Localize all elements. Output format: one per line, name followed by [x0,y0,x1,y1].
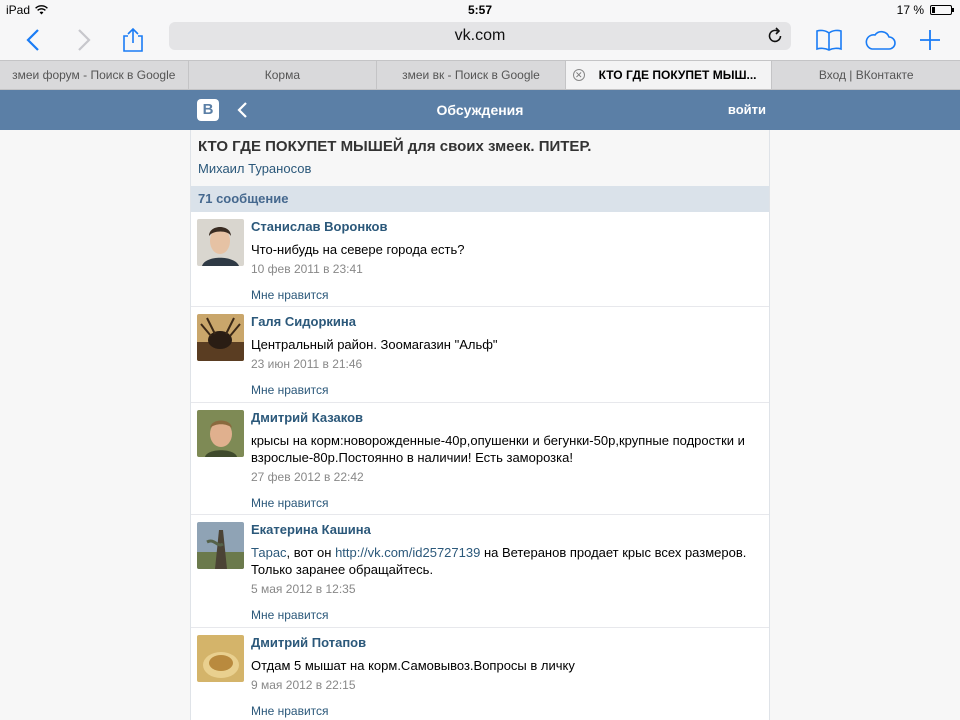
tab-5[interactable]: Вход | ВКонтакте [772,61,960,89]
post-item: Станислав Воронков Что-нибудь на севере … [191,212,769,307]
post-text: Отдам 5 мышат на корм.Самовывоз.Вопросы … [251,658,575,673]
address-bar[interactable]: vk.com [169,22,791,50]
tab-label: змеи вк - Поиск в Google [402,68,540,82]
post-date: 10 фев 2011 в 23:41 [251,262,363,276]
close-tab-icon[interactable]: ✕ [572,69,585,81]
reload-icon[interactable] [765,26,785,46]
post-date: 9 мая 2012 в 22:15 [251,678,356,692]
post-text: Тарас, вот он http://vk.com/id25727139 н… [251,544,761,578]
tab-label: змеи форум - Поиск в Google [12,68,176,82]
topic-header: КТО ГДЕ ПОКУПЕТ МЫШЕЙ для своих змеек. П… [191,130,769,186]
icloud-tabs-button[interactable] [864,24,896,56]
tab-label: КТО ГДЕ ПОКУПЕТ МЫШ... [598,68,757,82]
status-bar: iPad 5:57 17 % [0,0,960,20]
browser-toolbar: vk.com [0,20,960,60]
post-text-part: , вот он [286,545,336,560]
icloud-tabs-icon [865,30,896,50]
post-author-link[interactable]: Дмитрий Казаков [251,410,761,425]
avatar[interactable] [197,314,244,361]
share-icon [123,27,143,52]
post-date: 5 мая 2012 в 12:35 [251,582,356,596]
share-button[interactable] [117,24,149,56]
login-link[interactable]: войти [720,102,766,117]
post-text: Центральный район. Зоомагазин "Альф" [251,337,498,352]
topic-title: КТО ГДЕ ПОКУПЕТ МЫШЕЙ для своих змеек. П… [198,138,592,155]
status-time: 5:57 [467,3,493,17]
post-date: 27 фев 2012 в 22:42 [251,470,364,484]
mention-link[interactable]: Тарас [251,545,287,560]
battery-icon [930,5,954,15]
post-author-link[interactable]: Екатерина Кашина [251,522,761,537]
post-item: Дмитрий Казаков крысы на корм:новорожден… [191,403,769,515]
status-right: 17 % [896,3,954,17]
avatar[interactable] [197,635,244,682]
tab-3[interactable]: змеи вк - Поиск в Google [377,61,566,89]
tab-strip: змеи форум - Поиск в Google Корма змеи в… [0,60,960,90]
avatar[interactable] [197,410,244,457]
post-item: Екатерина Кашина Тарас, вот он http://vk… [191,515,769,628]
topic-author-link[interactable]: Михаил Тураносов [198,161,762,176]
post-item: Дмитрий Потапов Отдам 5 мышат на корм.Са… [191,628,769,720]
post-text: крысы на корм:новорожденные-40р,опушенки… [251,433,745,465]
tab-4-active[interactable]: ✕ КТО ГДЕ ПОКУПЕТ МЫШ... [565,61,773,89]
back-icon [26,29,39,51]
tab-2[interactable]: Корма [189,61,378,89]
battery-level [932,7,936,13]
discussion-content: КТО ГДЕ ПОКУПЕТ МЫШЕЙ для своих змеек. П… [190,130,770,720]
tab-1[interactable]: змеи форум - Поиск в Google [0,61,189,89]
post-author-link[interactable]: Станислав Воронков [251,219,761,234]
bookmarks-icon [816,29,842,51]
new-tab-button[interactable] [914,24,946,56]
bookmarks-button[interactable] [813,24,845,56]
page-title: Обсуждения [436,102,524,118]
message-count: 71 сообщение [191,186,769,212]
post-author-link[interactable]: Галя Сидоркина [251,314,761,329]
forward-icon [78,29,91,51]
avatar[interactable] [197,522,244,569]
post-date: 23 июн 2011 в 21:46 [251,357,363,371]
battery-percent: 17 % [896,3,924,17]
tab-label: Вход | ВКонтакте [818,68,914,82]
avatar[interactable] [197,219,244,266]
url-text: vk.com [454,27,506,44]
back-button[interactable] [17,24,49,56]
profile-link[interactable]: http://vk.com/id25727139 [335,545,480,560]
forward-button[interactable] [68,24,100,56]
post-text: Что-нибудь на севере города есть? [251,242,465,257]
tab-label: Корма [264,68,301,82]
post-author-link[interactable]: Дмитрий Потапов [251,635,761,650]
vk-header: B Обсуждения войти [0,90,960,130]
new-tab-icon [920,30,940,50]
post-item: Галя Сидоркина Центральный район. Зоомаг… [191,307,769,403]
like-button[interactable]: Мне нравится [251,704,761,720]
